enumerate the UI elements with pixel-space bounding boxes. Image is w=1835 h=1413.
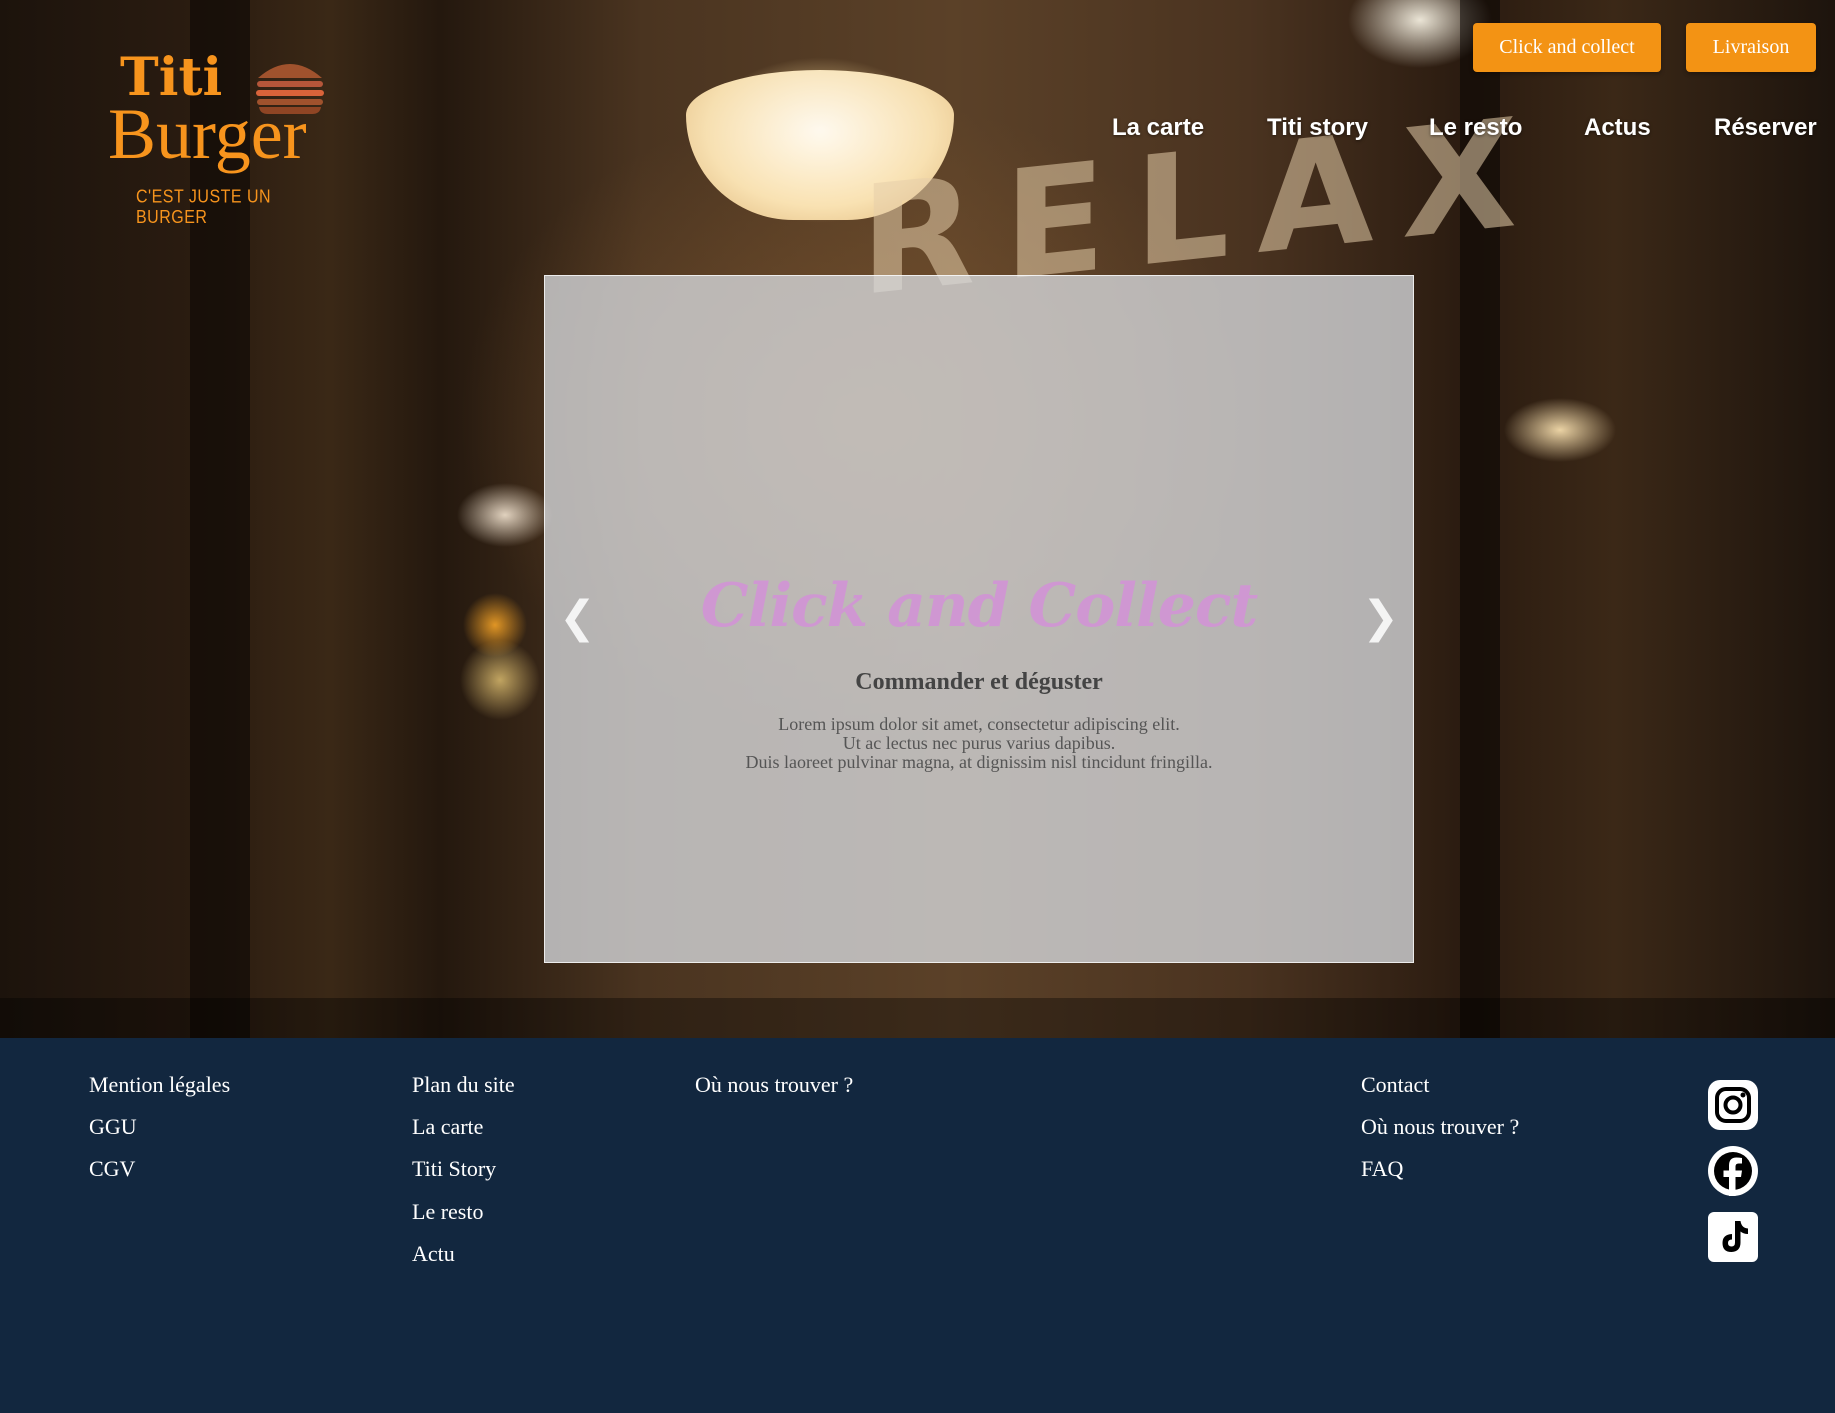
nav-item-titi-story[interactable]: Titi story [1267,114,1368,142]
footer-link-contact[interactable]: Contact [1361,1072,1429,1098]
delivery-button[interactable]: Livraison [1686,23,1816,72]
footer-link-ou-nous-trouver-2[interactable]: Où nous trouver ? [1361,1114,1519,1140]
nav-item-reserver[interactable]: Réserver [1714,114,1817,142]
footer-link-faq[interactable]: FAQ [1361,1156,1403,1182]
carousel-slide-body: Lorem ipsum dolor sit amet, consectetur … [545,715,1413,772]
nav-item-actus[interactable]: Actus [1584,114,1651,142]
footer-link-actu[interactable]: Actu [412,1241,455,1267]
footer-link-cgv[interactable]: CGV [89,1156,135,1182]
footer-link-plan-du-site[interactable]: Plan du site [412,1072,515,1098]
titi-burger-logo[interactable]: Titi Burger C'EST JUSTE UN BURGER [108,50,338,228]
site-footer: Mention légales GGU CGV Plan du site La … [0,1038,1835,1413]
footer-link-titi-story[interactable]: Titi Story [412,1156,496,1182]
carousel-body-line: Lorem ipsum dolor sit amet, consectetur … [778,714,1180,734]
bar-counter [0,998,1835,1038]
nav-item-le-resto[interactable]: Le resto [1429,114,1522,142]
instagram-icon[interactable] [1708,1080,1758,1130]
logo-tagline: C'EST JUSTE UN BURGER [136,187,272,228]
carousel-slide-title: Click and Collect [700,571,1258,641]
carousel-body-line: Ut ac lectus nec purus varius dapibus. [842,733,1116,753]
carousel-slide-subtitle: Commander et déguster [855,669,1103,695]
logo-word-burger: Burger [108,94,307,174]
tiktok-icon[interactable] [1708,1212,1758,1262]
carousel-panel: ❮ ❯ Click and Collect Commander et dégus… [544,275,1414,963]
facebook-icon[interactable] [1708,1146,1758,1196]
click-and-collect-button[interactable]: Click and collect [1473,23,1661,72]
footer-link-ggu[interactable]: GGU [89,1114,137,1140]
footer-link-mentions-legales[interactable]: Mention légales [89,1072,230,1098]
footer-link-la-carte[interactable]: La carte [412,1114,483,1140]
footer-link-le-resto[interactable]: Le resto [412,1199,483,1225]
footer-link-ou-nous-trouver[interactable]: Où nous trouver ? [695,1072,853,1098]
nav-item-la-carte[interactable]: La carte [1112,114,1204,142]
carousel-body-line: Duis laoreet pulvinar magna, at dignissi… [745,752,1213,772]
